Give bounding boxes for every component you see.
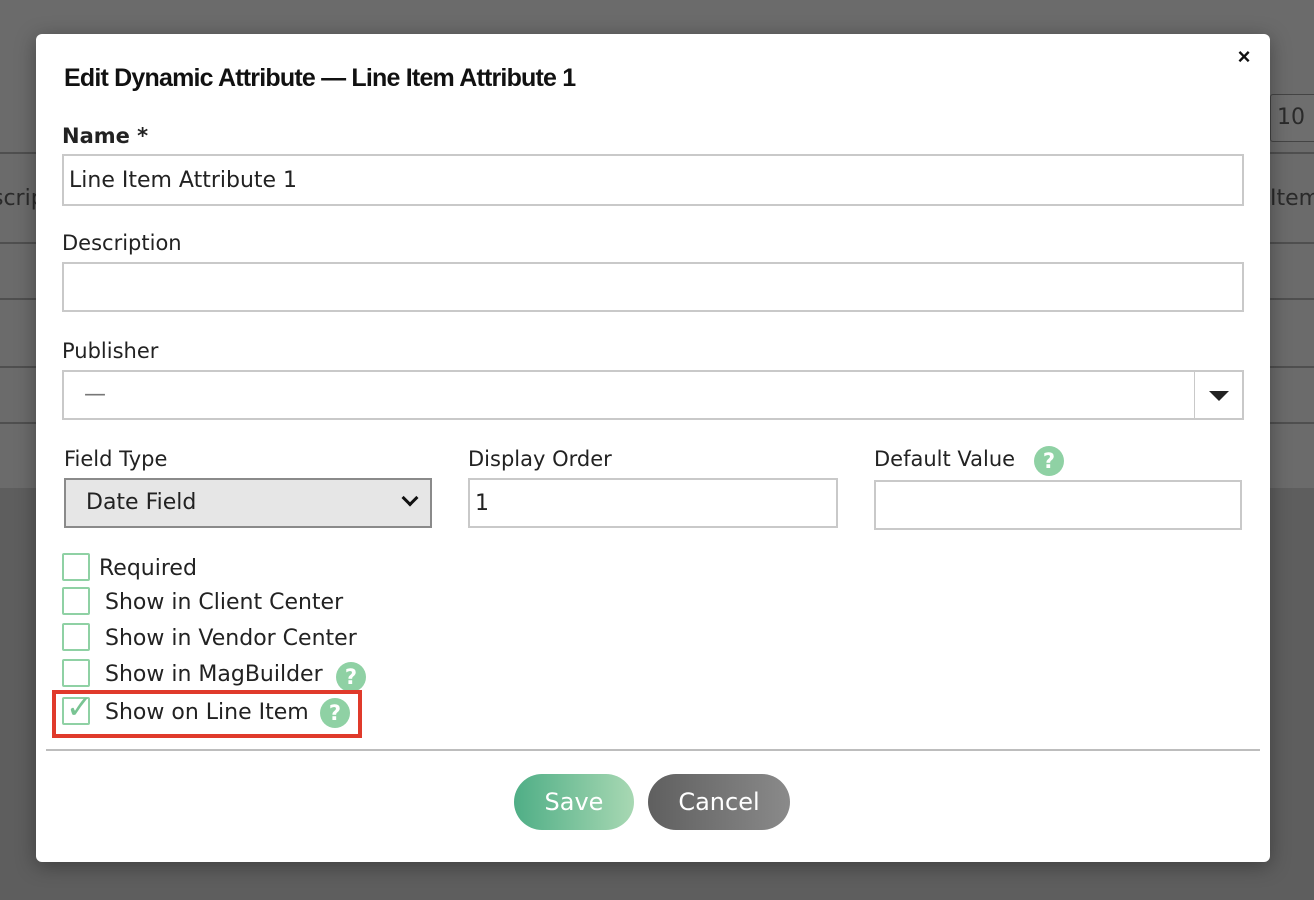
show-in-magbuilder-label: Show in MagBuilder — [105, 662, 323, 687]
background-rows-text: 10 — [1277, 105, 1305, 130]
show-in-magbuilder-checkbox[interactable] — [62, 659, 90, 687]
description-label: Description — [62, 231, 182, 255]
required-checkbox[interactable] — [62, 553, 90, 581]
field-type-label: Field Type — [64, 447, 168, 471]
default-value-label: Default Value — [874, 447, 1016, 471]
edit-dynamic-attribute-modal: × Edit Dynamic Attribute — Line Item Att… — [36, 34, 1270, 862]
show-in-vendor-center-label: Show in Vendor Center — [105, 626, 357, 651]
modal-title: Edit Dynamic Attribute — Line Item Attri… — [64, 64, 576, 92]
publisher-selected-value: — — [84, 382, 106, 407]
chevron-down-icon — [401, 489, 419, 507]
background-rows-select: 10 — [1270, 94, 1314, 142]
save-button[interactable]: Save — [514, 774, 634, 830]
default-value-input[interactable] — [874, 480, 1242, 530]
cancel-button[interactable]: Cancel — [648, 774, 790, 830]
field-type-select[interactable]: Date Field — [64, 478, 432, 528]
display-order-input[interactable] — [468, 478, 838, 528]
caret-down-icon — [1209, 391, 1229, 401]
required-label: Required — [99, 556, 197, 581]
name-input[interactable] — [62, 154, 1244, 206]
background-header-right: Item — [1270, 186, 1314, 211]
highlight-box — [52, 690, 362, 738]
magbuilder-help-icon[interactable]: ? — [336, 662, 366, 692]
publisher-select[interactable]: — — [62, 370, 1244, 420]
field-type-selected-value: Date Field — [86, 490, 197, 515]
show-in-vendor-center-checkbox[interactable] — [62, 623, 90, 651]
show-in-client-center-checkbox[interactable] — [62, 587, 90, 615]
publisher-label: Publisher — [62, 339, 159, 363]
show-in-client-center-label: Show in Client Center — [105, 590, 344, 615]
name-label: Name * — [62, 124, 149, 148]
publisher-dropdown-toggle[interactable] — [1194, 372, 1242, 418]
description-input[interactable] — [62, 262, 1244, 312]
close-button[interactable]: × — [1233, 46, 1255, 68]
footer-divider — [46, 749, 1260, 751]
default-value-help-icon[interactable]: ? — [1034, 446, 1064, 476]
display-order-label: Display Order — [468, 447, 612, 471]
